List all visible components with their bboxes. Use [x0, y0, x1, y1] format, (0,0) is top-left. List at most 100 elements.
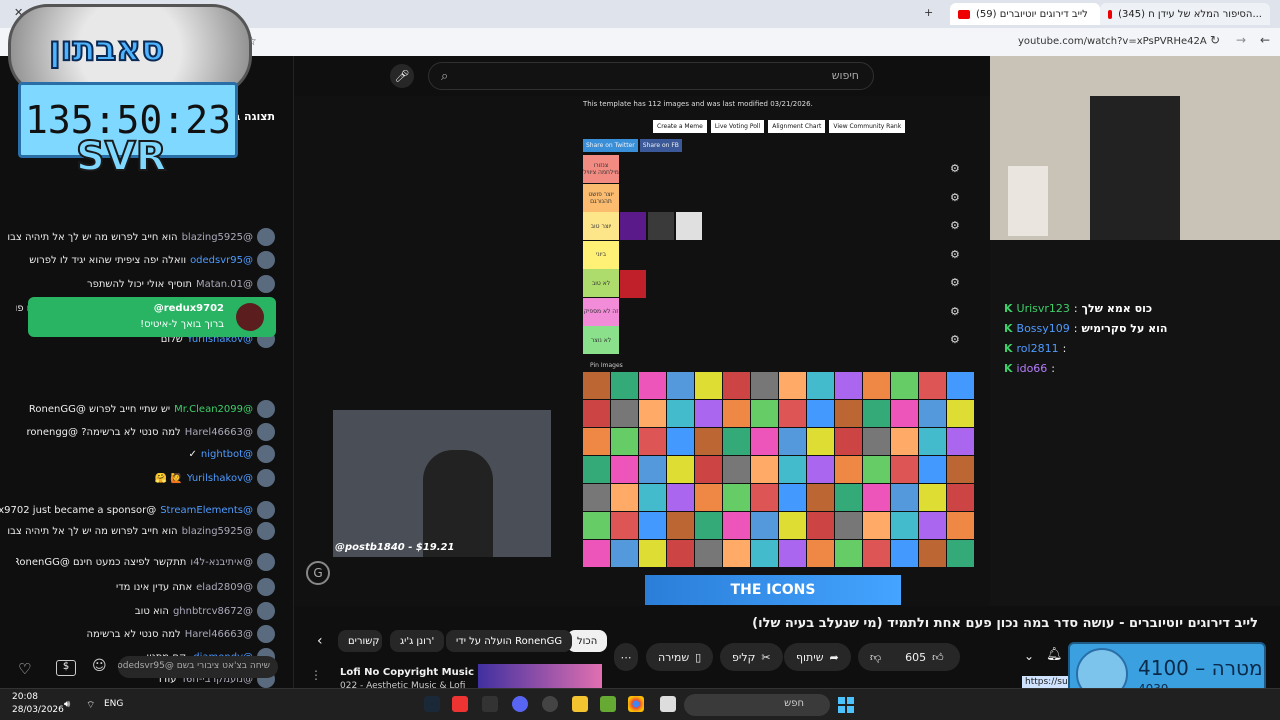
- dislike-icon[interactable]: 👎︎: [870, 651, 881, 664]
- side-chat-username[interactable]: Urisvr123: [1017, 302, 1070, 315]
- tier-settings-icon[interactable]: ⚙: [950, 191, 960, 204]
- pin-image[interactable]: [779, 372, 806, 399]
- tier-item[interactable]: [676, 212, 702, 240]
- chat-username[interactable]: @Mr.Clean2099: [174, 404, 253, 415]
- pin-image[interactable]: [947, 372, 974, 399]
- pin-image[interactable]: [807, 400, 834, 427]
- app-icon[interactable]: [452, 696, 468, 712]
- pin-image[interactable]: [667, 512, 694, 539]
- tier-settings-icon[interactable]: ⚙: [950, 305, 960, 318]
- url-field[interactable]: youtube.com/watch?v=xPsPVRHe42A: [1018, 36, 1207, 47]
- pin-image[interactable]: [947, 512, 974, 539]
- pin-image[interactable]: [807, 484, 834, 511]
- pin-image[interactable]: [611, 484, 638, 511]
- pin-image[interactable]: [807, 512, 834, 539]
- pin-image[interactable]: [891, 512, 918, 539]
- pin-image[interactable]: [611, 540, 638, 567]
- tier-item[interactable]: [648, 212, 674, 240]
- live-poll-button[interactable]: Live Voting Poll: [710, 120, 765, 133]
- chat-username[interactable]: @Harel46663: [185, 629, 253, 640]
- tab-2[interactable]: (59) לייב דירוגים יוטיוברים: [950, 3, 1100, 25]
- pin-image[interactable]: [667, 400, 694, 427]
- chat-username[interactable]: @Matan.01: [196, 279, 253, 290]
- pin-image[interactable]: [723, 512, 750, 539]
- pin-image[interactable]: [891, 400, 918, 427]
- avatar[interactable]: [257, 501, 275, 519]
- chat-username[interactable]: @blazing5925: [182, 232, 253, 243]
- pin-image[interactable]: [751, 484, 778, 511]
- tier-settings-icon[interactable]: ⚙: [950, 162, 960, 175]
- avatar[interactable]: [257, 553, 275, 571]
- share-fb-button[interactable]: Share on FB: [639, 139, 682, 152]
- avatar[interactable]: [257, 578, 275, 596]
- pin-image[interactable]: [695, 512, 722, 539]
- pin-image[interactable]: [779, 428, 806, 455]
- reload-icon[interactable]: ↻: [1210, 33, 1220, 47]
- chat-username[interactable]: @blazing5925: [182, 526, 253, 537]
- pin-image[interactable]: [611, 372, 638, 399]
- avatar[interactable]: [257, 469, 275, 487]
- pin-image[interactable]: [779, 540, 806, 567]
- steam-icon[interactable]: [424, 696, 440, 712]
- emoji-icon[interactable]: ☺: [92, 658, 107, 674]
- pin-image[interactable]: [695, 372, 722, 399]
- kebab-menu-icon[interactable]: ⋮: [310, 668, 322, 682]
- side-chat-username[interactable]: ido66: [1017, 362, 1048, 375]
- avatar[interactable]: [257, 275, 275, 293]
- pin-image[interactable]: [919, 400, 946, 427]
- share-button[interactable]: שיתוף ➦: [784, 643, 851, 671]
- pin-image[interactable]: [807, 456, 834, 483]
- pin-image[interactable]: [835, 540, 862, 567]
- pin-image[interactable]: [695, 456, 722, 483]
- speaker-icon[interactable]: 🔊︎: [64, 699, 70, 710]
- related-thumbnail[interactable]: [478, 664, 602, 688]
- tier-item[interactable]: [620, 212, 646, 240]
- pin-image[interactable]: [751, 428, 778, 455]
- windows-start-icon[interactable]: [838, 697, 854, 713]
- chat-username[interactable]: @Yurilshakov: [187, 473, 253, 484]
- pin-image[interactable]: [611, 400, 638, 427]
- avatar[interactable]: [257, 228, 275, 246]
- pin-image[interactable]: [583, 428, 610, 455]
- pin-image[interactable]: [863, 372, 890, 399]
- language-indicator[interactable]: ENG: [104, 699, 123, 709]
- taskbar-search[interactable]: חפש: [684, 694, 830, 716]
- pin-image[interactable]: [835, 456, 862, 483]
- pin-image[interactable]: [667, 456, 694, 483]
- pin-image[interactable]: [835, 400, 862, 427]
- file-explorer-icon[interactable]: [572, 696, 588, 712]
- pin-image[interactable]: [863, 456, 890, 483]
- pin-image[interactable]: [639, 512, 666, 539]
- pin-image[interactable]: [891, 484, 918, 511]
- pin-image[interactable]: [947, 456, 974, 483]
- search-input[interactable]: ⌕ חיפוש: [428, 62, 874, 90]
- pin-image[interactable]: [723, 372, 750, 399]
- pin-image[interactable]: [807, 428, 834, 455]
- alignment-chart-button[interactable]: Alignment Chart: [768, 120, 826, 133]
- like-icon[interactable]: 👍︎: [932, 651, 944, 664]
- chrome-icon[interactable]: [628, 696, 644, 712]
- task-view-icon[interactable]: [660, 696, 676, 712]
- related-title[interactable]: Lofi No Copyright Music Mix: [340, 667, 497, 678]
- pin-image[interactable]: [723, 456, 750, 483]
- pin-image[interactable]: [835, 428, 862, 455]
- pin-image[interactable]: [583, 400, 610, 427]
- chip-ronen[interactable]: רונן ג'יג': [390, 630, 445, 652]
- wifi-icon[interactable]: ⌔: [86, 699, 95, 712]
- pin-image[interactable]: [891, 428, 918, 455]
- pin-image[interactable]: [667, 484, 694, 511]
- pin-image[interactable]: [919, 512, 946, 539]
- chevron-down-icon[interactable]: ⌄: [1024, 649, 1034, 663]
- pin-image[interactable]: [667, 428, 694, 455]
- pin-image[interactable]: [723, 540, 750, 567]
- avatar[interactable]: [257, 602, 275, 620]
- pin-image[interactable]: [695, 484, 722, 511]
- pin-image[interactable]: [751, 400, 778, 427]
- pin-image[interactable]: [919, 372, 946, 399]
- pin-image[interactable]: [947, 428, 974, 455]
- pin-image[interactable]: [919, 428, 946, 455]
- chevron-left-icon[interactable]: ‹: [317, 633, 323, 649]
- pin-image[interactable]: [779, 400, 806, 427]
- pin-image[interactable]: [751, 456, 778, 483]
- pin-image[interactable]: [695, 428, 722, 455]
